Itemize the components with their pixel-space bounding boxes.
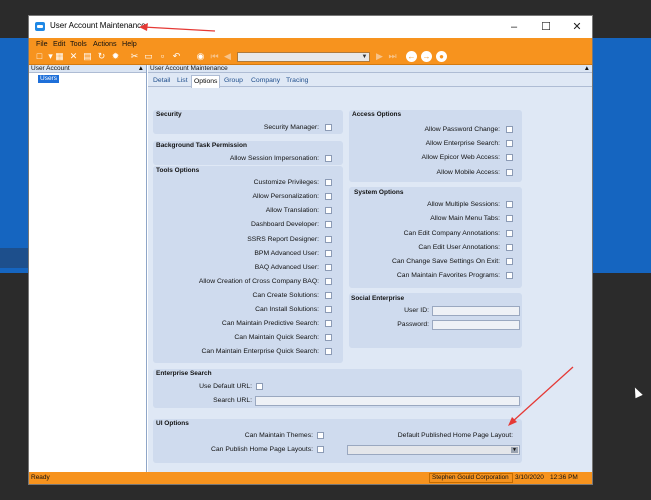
annotation-overlay bbox=[139, 23, 574, 426]
annotation-arrow-title bbox=[139, 23, 216, 32]
annotation-arrow-layout bbox=[508, 366, 574, 426]
